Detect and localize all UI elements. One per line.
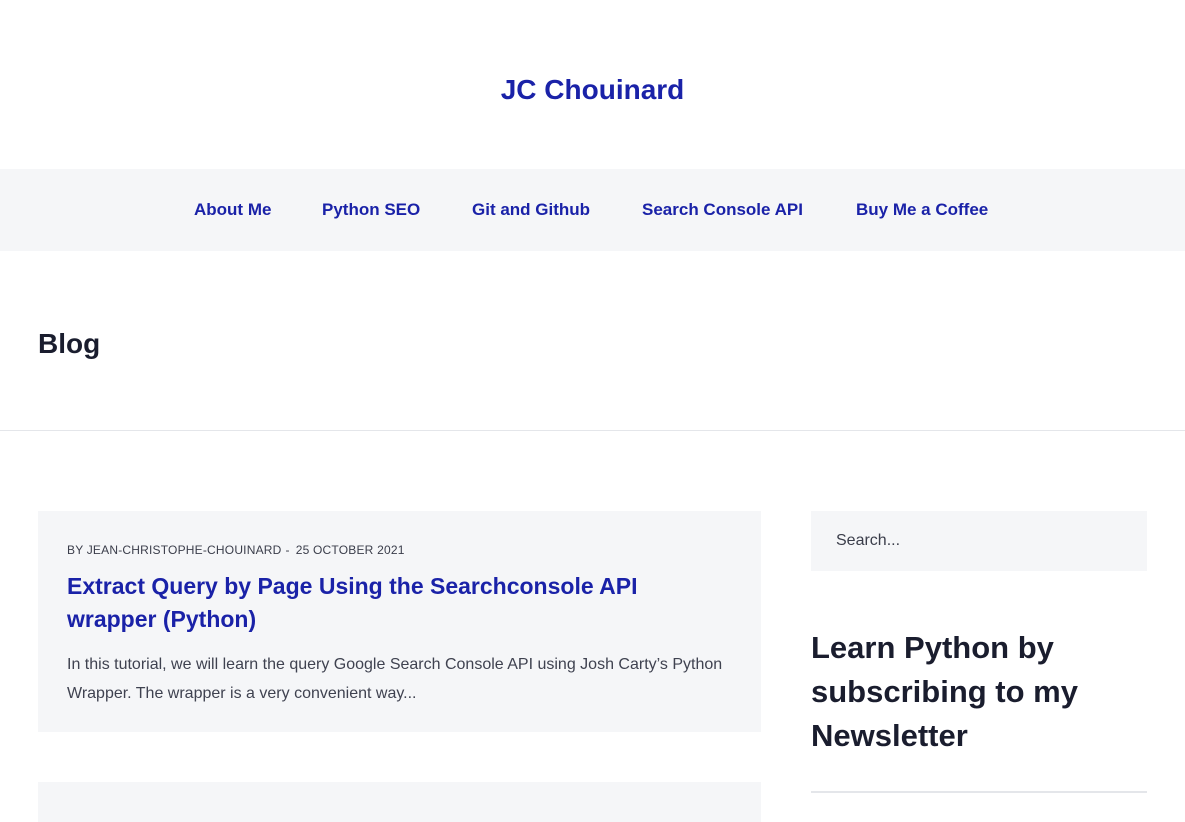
meta-separator: - <box>285 543 290 557</box>
widget-divider <box>811 791 1147 793</box>
post-excerpt: In this tutorial, we will learn the quer… <box>67 656 723 702</box>
nav-item-about-me[interactable]: About Me <box>194 169 271 251</box>
post-title-link[interactable]: Extract Query by Page Using the Searchco… <box>67 570 732 636</box>
post-card: BY JEAN-CHRISTOPHE-CHOUINARD -25 OCTOBER … <box>38 511 761 732</box>
search-input[interactable] <box>811 511 1147 571</box>
post-meta: BY JEAN-CHRISTOPHE-CHOUINARD -25 OCTOBER … <box>67 543 732 559</box>
main-navigation: About Me Python SEO Git and Github Searc… <box>0 169 1185 251</box>
nav-item-python-seo[interactable]: Python SEO <box>322 169 420 251</box>
post-author[interactable]: BY JEAN-CHRISTOPHE-CHOUINARD <box>67 543 282 557</box>
nav-item-git-and-github[interactable]: Git and Github <box>472 169 590 251</box>
header-divider <box>0 430 1185 431</box>
nav-item-search-console-api[interactable]: Search Console API <box>642 169 803 251</box>
page-title: Blog <box>38 328 101 359</box>
site-title-link[interactable]: JC Chouinard <box>501 74 685 106</box>
post-card-next <box>38 782 761 822</box>
newsletter-widget-title: Learn Python by subscribing to my Newsle… <box>811 630 1078 753</box>
nav-item-buy-me-a-coffee[interactable]: Buy Me a Coffee <box>856 169 988 251</box>
post-date: 25 OCTOBER 2021 <box>295 543 405 557</box>
site-header: JC Chouinard <box>0 0 1185 169</box>
